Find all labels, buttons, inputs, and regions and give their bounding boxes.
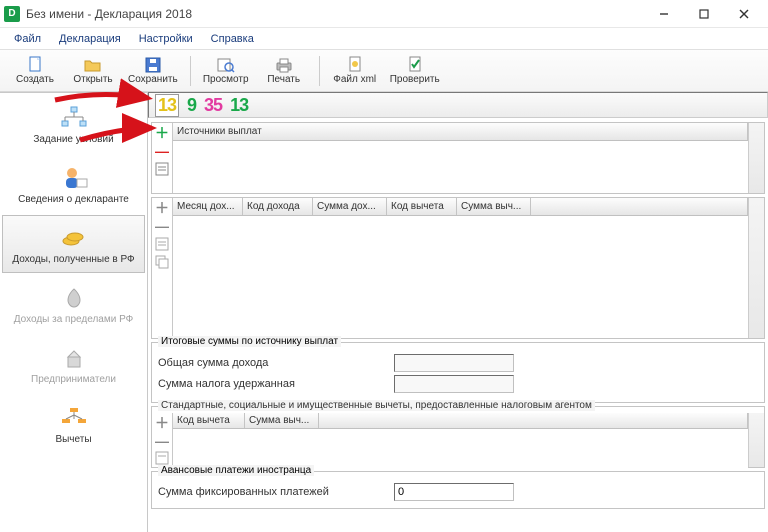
maximize-button[interactable] (684, 4, 724, 24)
nav-declarant-label: Сведения о декларанте (18, 194, 129, 205)
side-nav: Задание условий Сведения о декларанте До… (0, 92, 148, 532)
print-button[interactable]: Печать (257, 52, 311, 90)
income-grid[interactable] (173, 216, 748, 338)
nav-income-abroad-label: Доходы за пределами РФ (14, 314, 133, 325)
entrepreneurs-icon (59, 344, 89, 372)
agent-deductions-legend: Стандартные, социальные и имущественные … (158, 400, 595, 411)
add-agent-deduct-button[interactable]: ＋ (154, 415, 170, 431)
sources-grid[interactable] (173, 141, 748, 193)
conditions-icon (59, 104, 89, 132)
nav-income-rf-label: Доходы, полученные в РФ (12, 254, 134, 265)
tax-withheld-label: Сумма налога удержанная (158, 378, 388, 390)
nav-declarant[interactable]: Сведения о декларанте (2, 155, 145, 213)
open-folder-icon (84, 56, 102, 74)
nav-entrepreneurs-label: Предприниматели (31, 374, 116, 385)
foreigner-advances-box: Авансовые платежи иностранца Сумма фикси… (151, 471, 765, 509)
rate-35[interactable]: 35 (204, 95, 222, 116)
total-income-label: Общая сумма дохода (158, 357, 388, 369)
toolbar-separator (190, 56, 191, 86)
total-income-input[interactable] (394, 354, 514, 372)
fixed-payments-label: Сумма фиксированных платежей (158, 486, 388, 498)
xml-file-icon (346, 56, 364, 74)
edit-agent-deduct-button[interactable] (154, 451, 170, 465)
app-icon: D (4, 6, 20, 22)
col-agent-deduct-sum[interactable]: Сумма выч... (245, 413, 319, 428)
nav-conditions[interactable]: Задание условий (2, 95, 145, 153)
check-button[interactable]: Проверить (386, 52, 444, 90)
income-scrollbar[interactable] (748, 198, 764, 338)
save-button[interactable]: Сохранить (124, 52, 182, 90)
main-pane: 13 9 35 13 ＋ — Источники выплат (148, 92, 768, 532)
window-title: Без имени - Декларация 2018 (26, 7, 644, 21)
nav-deductions-label: Вычеты (55, 434, 91, 445)
add-source-button[interactable]: ＋ (154, 125, 170, 141)
rate-13-green[interactable]: 13 (230, 95, 248, 116)
save-disk-icon (144, 56, 162, 74)
open-label: Открыть (73, 74, 112, 85)
rate-9[interactable]: 9 (187, 95, 196, 116)
minimize-button[interactable] (644, 4, 684, 24)
repeat-income-button[interactable] (154, 254, 170, 270)
check-icon (406, 56, 424, 74)
window-titlebar: D Без имени - Декларация 2018 (0, 0, 768, 28)
deductions-icon (59, 404, 89, 432)
sources-scrollbar[interactable] (748, 123, 764, 193)
new-file-icon (26, 56, 44, 74)
income-abroad-icon (59, 284, 89, 312)
foreigner-legend: Авансовые платежи иностранца (158, 465, 314, 476)
remove-source-button[interactable]: — (154, 143, 170, 159)
menu-settings[interactable]: Настройки (131, 31, 201, 47)
save-label: Сохранить (128, 74, 178, 85)
nav-income-abroad[interactable]: Доходы за пределами РФ (2, 275, 145, 333)
nav-conditions-label: Задание условий (33, 134, 113, 145)
preview-button[interactable]: Просмотр (199, 52, 253, 90)
tax-rate-bar: 13 9 35 13 (148, 92, 768, 118)
menu-declaration[interactable]: Декларация (51, 31, 129, 47)
nav-income-rf[interactable]: Доходы, полученные в РФ (2, 215, 145, 273)
income-rf-icon (59, 224, 89, 252)
income-toolbar: ＋ — (152, 198, 172, 338)
sources-header: Источники выплат (173, 123, 748, 140)
col-income-code[interactable]: Код дохода (243, 198, 313, 215)
preview-icon (217, 56, 235, 74)
col-deduct-sum[interactable]: Сумма выч... (457, 198, 531, 215)
printer-icon (275, 56, 293, 74)
sources-toolbar: ＋ — (152, 123, 172, 193)
nav-deductions[interactable]: Вычеты (2, 395, 145, 453)
menu-help[interactable]: Справка (203, 31, 262, 47)
menubar: Файл Декларация Настройки Справка (0, 28, 768, 50)
edit-source-button[interactable] (154, 161, 170, 177)
filexml-button[interactable]: Файл xml (328, 52, 382, 90)
open-button[interactable]: Открыть (66, 52, 120, 90)
totals-legend: Итоговые суммы по источнику выплат (158, 336, 341, 347)
menu-file[interactable]: Файл (6, 31, 49, 47)
preview-label: Просмотр (203, 74, 249, 85)
filexml-label: Файл xml (333, 74, 376, 85)
col-deduct-code[interactable]: Код вычета (387, 198, 457, 215)
remove-agent-deduct-button[interactable]: — (154, 433, 170, 449)
rate-13-yellow[interactable]: 13 (155, 94, 179, 117)
agent-deduct-grid[interactable] (173, 429, 748, 469)
create-label: Создать (16, 74, 54, 85)
toolbar-separator (319, 56, 320, 86)
agent-deduct-toolbar: ＋ — (152, 413, 172, 467)
check-label: Проверить (390, 74, 440, 85)
col-income-sum[interactable]: Сумма дох... (313, 198, 387, 215)
declarant-icon (59, 164, 89, 192)
toolbar: Создать Открыть Сохранить Просмотр Печат… (0, 50, 768, 92)
print-label: Печать (267, 74, 300, 85)
close-button[interactable] (724, 4, 764, 24)
remove-income-button[interactable]: — (154, 218, 170, 234)
fixed-payments-input[interactable]: 0 (394, 483, 514, 501)
col-agent-deduct-code[interactable]: Код вычета (173, 413, 245, 428)
col-month[interactable]: Месяц дох... (173, 198, 243, 215)
tax-withheld-input[interactable] (394, 375, 514, 393)
agent-deduct-scrollbar[interactable] (748, 413, 764, 467)
totals-box: Итоговые суммы по источнику выплат Общая… (151, 342, 765, 403)
create-button[interactable]: Создать (8, 52, 62, 90)
nav-entrepreneurs[interactable]: Предприниматели (2, 335, 145, 393)
edit-income-button[interactable] (154, 236, 170, 252)
add-income-button[interactable]: ＋ (154, 200, 170, 216)
